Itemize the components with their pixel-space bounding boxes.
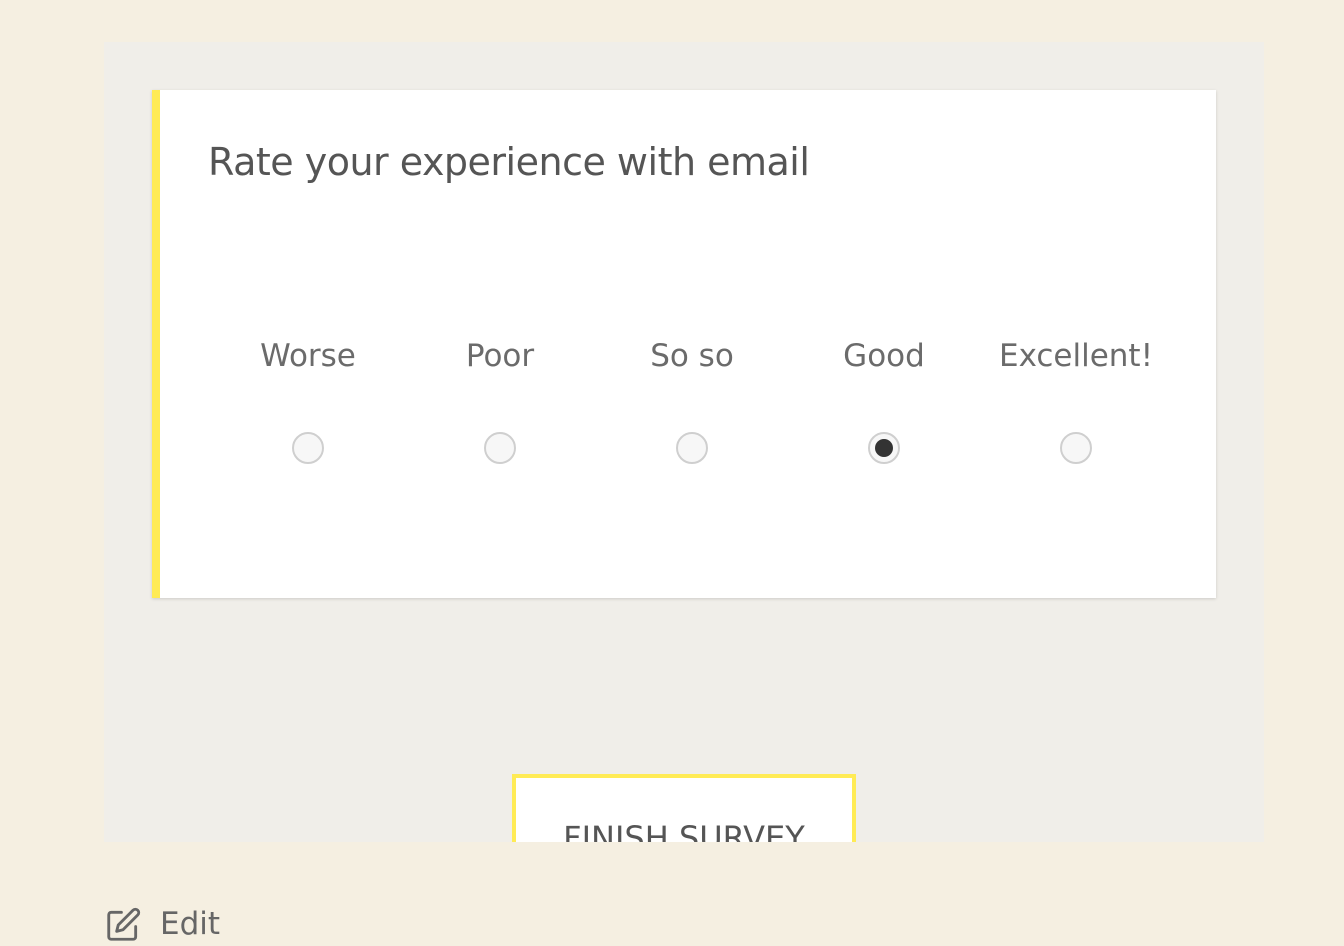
pencil-square-icon [107,907,141,941]
radio-button[interactable] [1060,432,1092,464]
radio-button[interactable] [676,432,708,464]
rating-option-label: Worse [260,338,356,374]
radio-button[interactable] [292,432,324,464]
rating-option-poor[interactable]: Poor [404,338,596,468]
rating-option-label: So so [650,338,734,374]
rating-option-label: Poor [465,338,535,374]
rating-option-label: Good [843,338,925,374]
rating-option-worse[interactable]: Worse [212,338,404,468]
question-card: Rate your experience with email Worse Po… [152,90,1216,598]
rating-option-excellent[interactable]: Excellent! [980,338,1172,468]
rating-option-so-so[interactable]: So so [596,338,788,468]
finish-survey-button[interactable]: FINISH SURVEY [512,774,856,842]
rating-options: Worse Poor So so Good Excellent! [160,90,1216,598]
radio-button[interactable] [484,432,516,464]
edit-label: Edit [160,906,221,942]
rating-option-label: Excellent! [998,338,1154,374]
rating-option-good[interactable]: Good [788,338,980,468]
radio-button[interactable] [868,432,900,464]
survey-panel: Rate your experience with email Worse Po… [104,42,1264,842]
